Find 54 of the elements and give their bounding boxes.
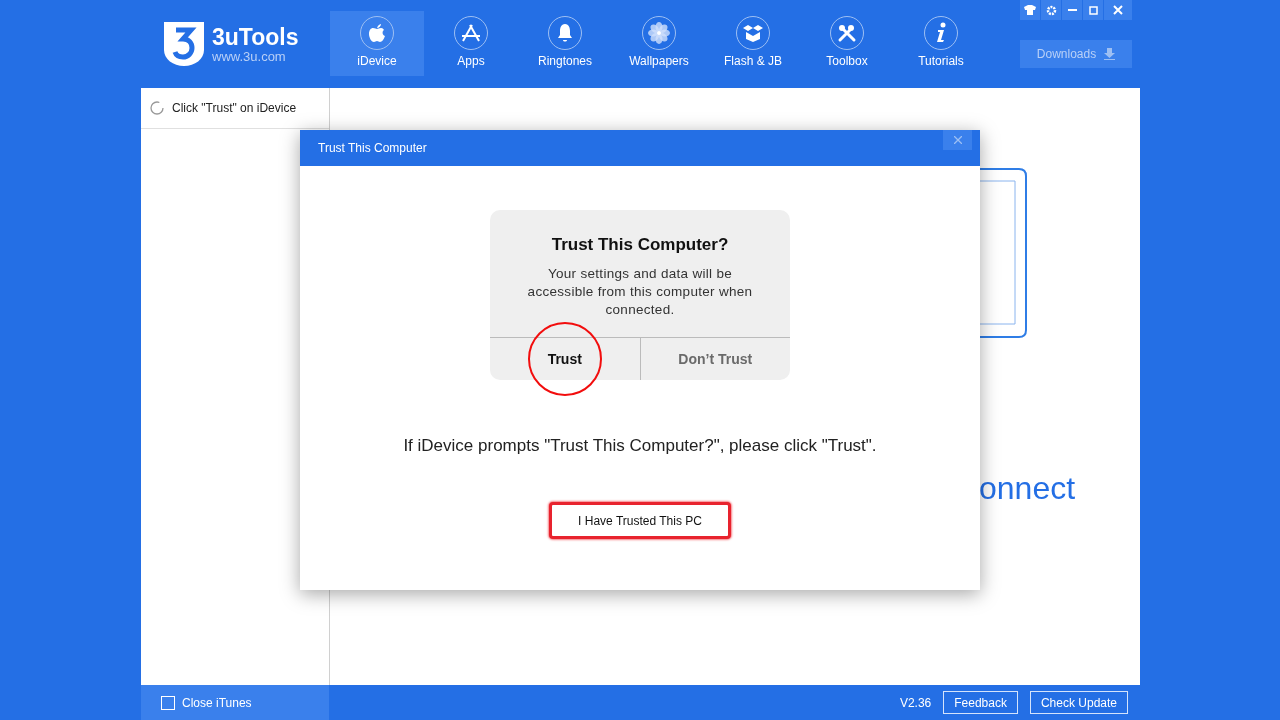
maximize-button[interactable] [1083,0,1103,20]
minimize-button[interactable] [1062,0,1082,20]
alert-message: Your settings and data will be accessible from this computer when connected. [526,265,754,319]
nav-tab[interactable]: Flash & JB [706,11,800,76]
status-button[interactable]: Check Update [1029,691,1128,714]
apple-icon [368,23,386,43]
alert-title: Trust This Computer? [551,235,729,255]
flower-icon [648,22,670,44]
close-itunes-label: Close iTunes [182,695,252,710]
nav-tab[interactable]: Apps [424,11,518,76]
close-button[interactable] [1104,0,1132,20]
app-store-icon [460,22,482,44]
close-icon [1113,5,1123,15]
skin-button[interactable] [1020,0,1040,20]
nav-label: Tutorials [918,54,964,68]
nav-tab[interactable]: Ringtones [518,11,612,76]
status-button[interactable]: Feedback [943,691,1018,714]
spinner-icon [150,101,164,115]
nav-label: Apps [457,54,485,68]
app-name: 3uTools [212,24,299,50]
box-icon [742,23,764,43]
tools-icon [836,22,858,44]
sidebar-label: Click "Trust" on iDevice [172,101,297,115]
download-icon [1104,48,1116,60]
close-itunes-checkbox[interactable] [161,695,175,710]
nav-label: Wallpapers [629,54,689,68]
nav-label: Ringtones [537,54,592,68]
close-icon [953,136,962,144]
nav-label: Flash & JB [724,54,782,68]
minimize-icon [1067,9,1077,11]
nav-label: Toolbox [826,54,868,68]
sidebar-item[interactable]: Click "Trust" on iDevice [141,88,329,129]
downloads-button[interactable]: Downloads [1020,40,1132,68]
shirt-icon [1024,5,1036,15]
bell-icon [556,23,574,43]
connect-message: onnect [979,469,1077,508]
dialog-title: Trust This Computer [318,141,427,155]
alert-button[interactable]: Trust [490,338,640,380]
alert-button[interactable]: Don’t Trust [639,338,790,380]
nav-tab[interactable]: Wallpapers [612,11,706,76]
logo-icon [164,22,204,66]
nav-tab[interactable]: Tutorials [894,11,988,76]
settings-button[interactable] [1041,0,1061,20]
nav-label: iDevice [357,54,397,68]
app-url: www.3u.com [212,50,287,64]
nav-tab[interactable]: iDevice [330,11,424,76]
instruction-text: If iDevice prompts "Trust This Computer?", please click "Trust". [403,436,877,456]
trusted-button[interactable]: I Have Trusted This PC [549,502,731,539]
info-icon [935,22,947,44]
maximize-icon [1088,5,1098,15]
settings-icon [1045,4,1057,16]
dialog-close-button[interactable] [943,130,972,150]
version-label: V2.36 [899,695,932,710]
nav-tab[interactable]: Toolbox [800,11,894,76]
